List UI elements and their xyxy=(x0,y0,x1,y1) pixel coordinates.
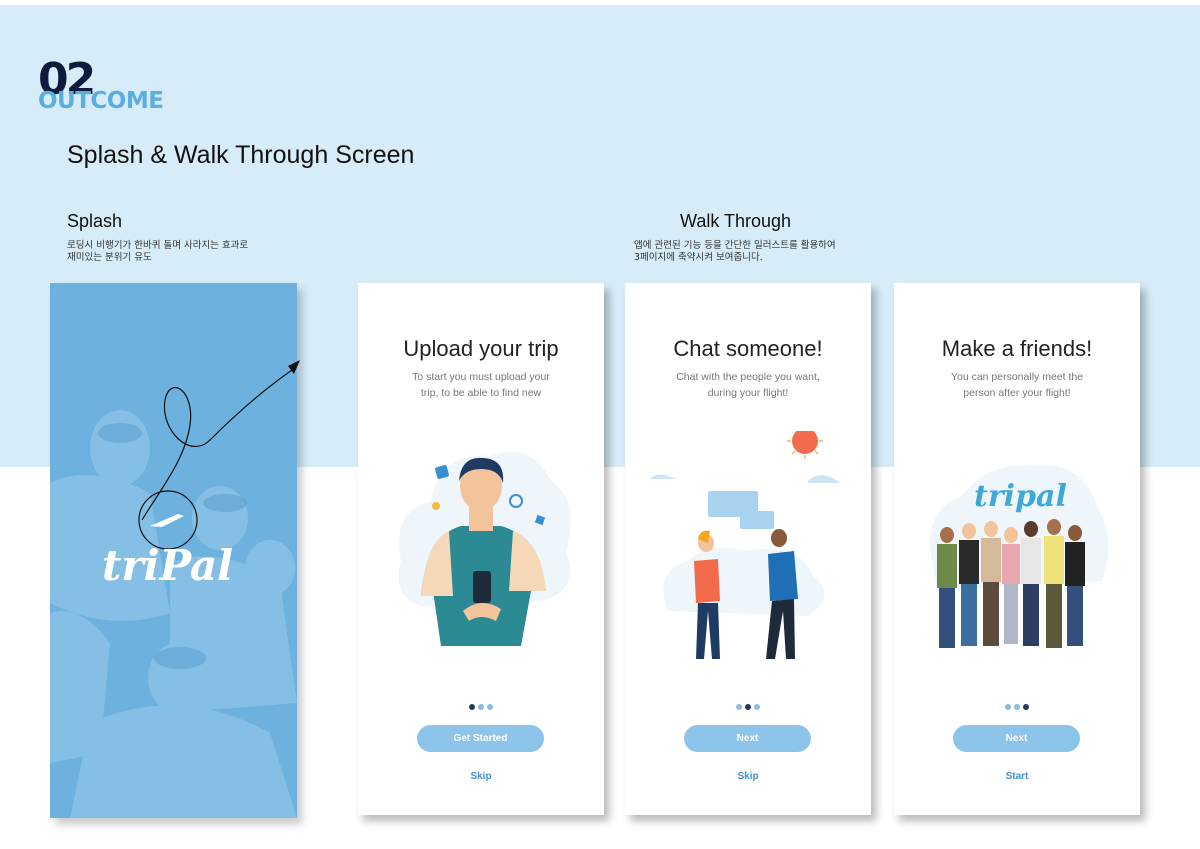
pagination-dot[interactable] xyxy=(736,704,742,710)
screen-title: Upload your trip xyxy=(403,336,559,361)
pagination-dot[interactable] xyxy=(1005,704,1011,710)
get-started-button[interactable]: Get Started xyxy=(417,725,544,752)
next-button[interactable]: Next xyxy=(953,725,1080,752)
walkthrough-heading: Walk Through xyxy=(680,211,792,231)
chat-illustration xyxy=(650,431,840,659)
screen-description-line: person after your flight! xyxy=(963,387,1071,399)
friends-illustration: tripal xyxy=(930,465,1109,648)
pagination-dot[interactable] xyxy=(1023,704,1029,710)
pagination-dot[interactable] xyxy=(754,704,760,710)
pagination-dots xyxy=(625,704,871,710)
sun-icon xyxy=(787,431,823,459)
screen-description-line: To start you must upload your xyxy=(412,371,550,383)
screen-description-line: Chat with the people you want, xyxy=(676,371,820,383)
walkthrough-description: 앱에 관련된 기능 등을 간단한 일러스트를 활용하여 3페이지에 축약시켜 보… xyxy=(634,240,836,264)
pagination-dot[interactable] xyxy=(478,704,484,710)
pagination-dot[interactable] xyxy=(487,704,493,710)
walkthrough-screen-2: Chat someone! Chat with the people you w… xyxy=(625,283,871,815)
pagination-dots xyxy=(894,704,1140,710)
next-button[interactable]: Next xyxy=(684,725,811,752)
pagination-dot[interactable] xyxy=(1014,704,1020,710)
splash-heading: Splash xyxy=(67,211,123,231)
screen-description-line: trip, to be able to find new xyxy=(420,387,542,399)
screen-description: To start you must upload your trip, to b… xyxy=(398,369,564,401)
skip-button[interactable]: Skip xyxy=(625,771,871,782)
walkthrough-description-line: 앱에 관련된 기능 등을 간단한 일러스트를 활용하여 xyxy=(634,240,836,251)
skip-button[interactable]: Skip xyxy=(358,771,604,782)
screen-title: Make a friends! xyxy=(941,336,1093,361)
splash-description-line: 로딩시 비행기가 한바퀴 돌며 사라지는 효과로 xyxy=(67,240,249,251)
flight-path-arrow xyxy=(141,360,300,521)
walkthrough-screen-3: Make a friends! You can personally meet … xyxy=(894,283,1140,815)
screen-description-line: during your flight! xyxy=(707,387,789,399)
upload-trip-illustration xyxy=(398,451,571,646)
page-title: Splash & Walk Through Screen xyxy=(67,141,415,169)
walkthrough-description-line: 3페이지에 축약시켜 보여줍니다. xyxy=(634,252,763,263)
screen-title: Chat someone! xyxy=(673,336,823,361)
splash-description-line: 재미있는 분위기 유도 xyxy=(67,252,152,263)
pagination-dot[interactable] xyxy=(469,704,475,710)
friends-logo: tripal xyxy=(974,479,1067,514)
screen-description: Chat with the people you want, during yo… xyxy=(665,369,831,401)
screen-description: You can personally meet the person after… xyxy=(934,369,1100,401)
walkthrough-screen-1: Upload your trip To start you must uploa… xyxy=(358,283,604,815)
screen-description-line: You can personally meet the xyxy=(950,371,1084,383)
section-title: OUTCOME xyxy=(38,88,164,114)
start-button[interactable]: Start xyxy=(894,771,1140,782)
splash-description: 로딩시 비행기가 한바퀴 돌며 사라지는 효과로 재미있는 분위기 유도 xyxy=(67,240,248,264)
pagination-dots xyxy=(358,704,604,710)
pagination-dot[interactable] xyxy=(745,704,751,710)
